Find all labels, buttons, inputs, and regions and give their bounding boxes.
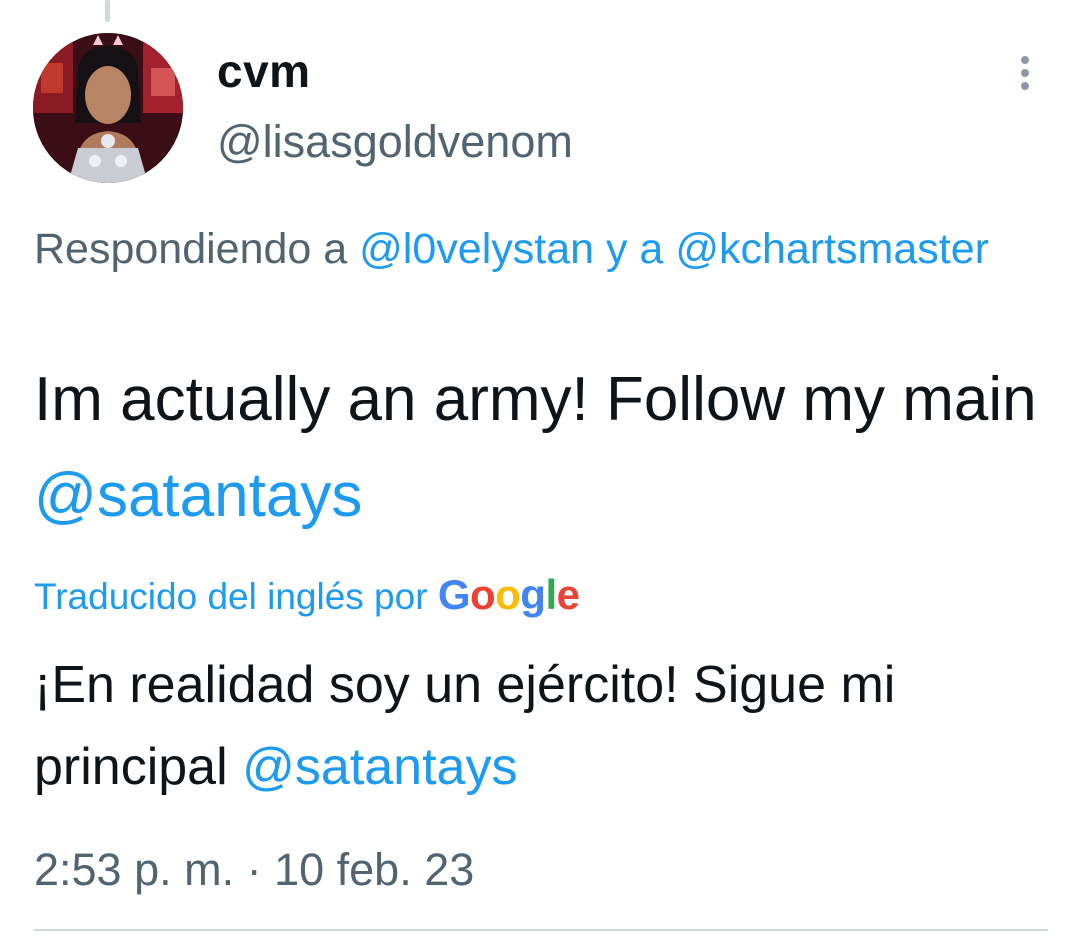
avatar[interactable] (33, 33, 183, 183)
user-handle[interactable]: @lisasgoldvenom (217, 116, 573, 168)
display-name[interactable]: cvm (217, 44, 311, 98)
translated-mention-satantays[interactable]: @satantays (242, 738, 517, 796)
tweet-timestamp[interactable]: 2:53 p. m. · 10 feb. 23 (34, 836, 474, 904)
google-letter: G (437, 571, 471, 618)
google-letter: o (469, 571, 496, 618)
replying-to-line: Respondiendo a @l0velystan y a @kchartsm… (34, 214, 1034, 284)
google-letter: o (495, 571, 521, 618)
google-letter: l (545, 571, 557, 618)
google-letter: e (556, 571, 580, 618)
avatar-image (33, 33, 183, 183)
divider (34, 929, 1048, 931)
translated-by-label: Traducido del inglés por (34, 576, 428, 617)
more-dot (1021, 82, 1029, 90)
google-logo: Google (438, 565, 580, 625)
tweet-mention-satantays[interactable]: @satantays (34, 461, 362, 530)
more-dot (1021, 56, 1029, 64)
translated-by-link[interactable]: Traducido del inglés por Google (34, 565, 580, 627)
reply-mention-kchartsmaster[interactable]: @kchartsmaster (675, 225, 989, 273)
reply-mention-l0velystan[interactable]: @l0velystan (359, 225, 594, 273)
more-dot (1021, 69, 1029, 77)
tweet-text-main: Im actually an army! Follow my main (34, 365, 1037, 434)
google-letter: g (520, 571, 546, 618)
more-vertical-icon[interactable] (1010, 56, 1040, 98)
tweet-text: Im actually an army! Follow my main @sat… (34, 352, 1044, 544)
translated-text: ¡En realidad soy un ejército! Sigue mi p… (34, 644, 1044, 808)
replying-prefix: Respondiendo a (34, 225, 348, 273)
reply-joiner: y a (605, 225, 664, 273)
thread-connector-line (105, 0, 110, 22)
